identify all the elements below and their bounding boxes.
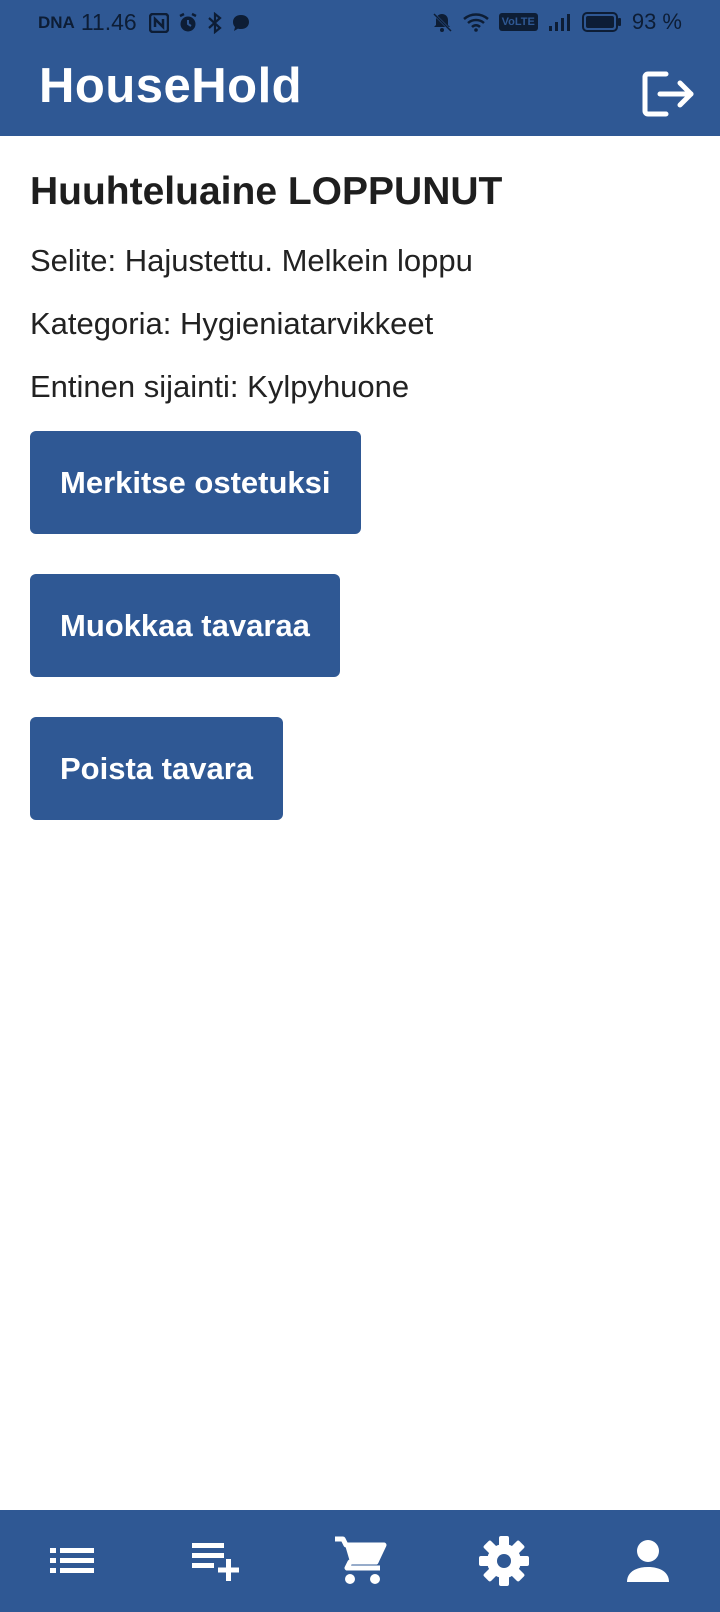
battery-percent: 93 % [631,9,682,34]
signal-icon [548,14,570,31]
logout-button[interactable] [640,68,696,120]
volte-badge: VoLTE [498,13,538,31]
alarm-icon [179,12,197,31]
category-label: Kategoria: [30,306,172,341]
mark-bought-button[interactable]: Merkitse ostetuksi [30,431,361,534]
bluetooth-icon [207,11,222,34]
edit-item-button[interactable]: Muokkaa tavaraa [30,574,340,677]
app-header: DNA 11.46 VoLTE 93 % HouseHold [0,0,720,136]
status-bar: DNA 11.46 VoLTE 93 % [0,0,720,44]
app-title: HouseHold [39,59,303,113]
gear-icon [479,1536,529,1586]
category-value: Hygieniatarvikkeet [179,306,434,341]
description-label: Selite: [30,243,117,278]
wifi-icon [462,13,489,32]
cart-icon [335,1536,387,1584]
clock: 11.46 [80,9,137,35]
chat-icon [232,14,249,31]
location-value: Kylpyhuone [247,369,410,404]
status-bar-left: DNA 11.46 [38,9,251,36]
status-bar-right: VoLTE 93 % [431,9,682,35]
nav-settings[interactable] [464,1521,544,1601]
item-category-row: Kategoria: Hygieniatarvikkeet [30,305,690,343]
item-description-row: Selite: Hajustettu. Melkein loppu [30,242,690,280]
delete-item-button[interactable]: Poista tavara [30,717,283,820]
nav-profile[interactable] [608,1521,688,1601]
description-value: Hajustettu. Melkein loppu [124,243,473,278]
item-details: Huuhteluaine LOPPUNUT Selite: Hajustettu.… [30,168,690,860]
list-icon [50,1548,94,1573]
item-location-row: Entinen sijainti: Kylpyhuone [30,368,690,406]
item-title: Huuhteluaine LOPPUNUT [30,170,503,213]
carrier-label: DNA [38,12,75,32]
bottom-navigation [0,1510,720,1612]
logout-icon [642,71,694,117]
nav-list[interactable] [32,1521,112,1601]
battery-icon [581,12,621,32]
nav-add-item[interactable] [176,1521,256,1601]
nfc-icon [148,12,169,33]
notifications-off-icon [431,12,452,32]
person-icon [627,1540,669,1582]
nav-shopping-cart[interactable] [320,1521,400,1601]
playlist-add-icon [192,1543,239,1581]
location-label: Entinen sijainti: [30,369,239,404]
